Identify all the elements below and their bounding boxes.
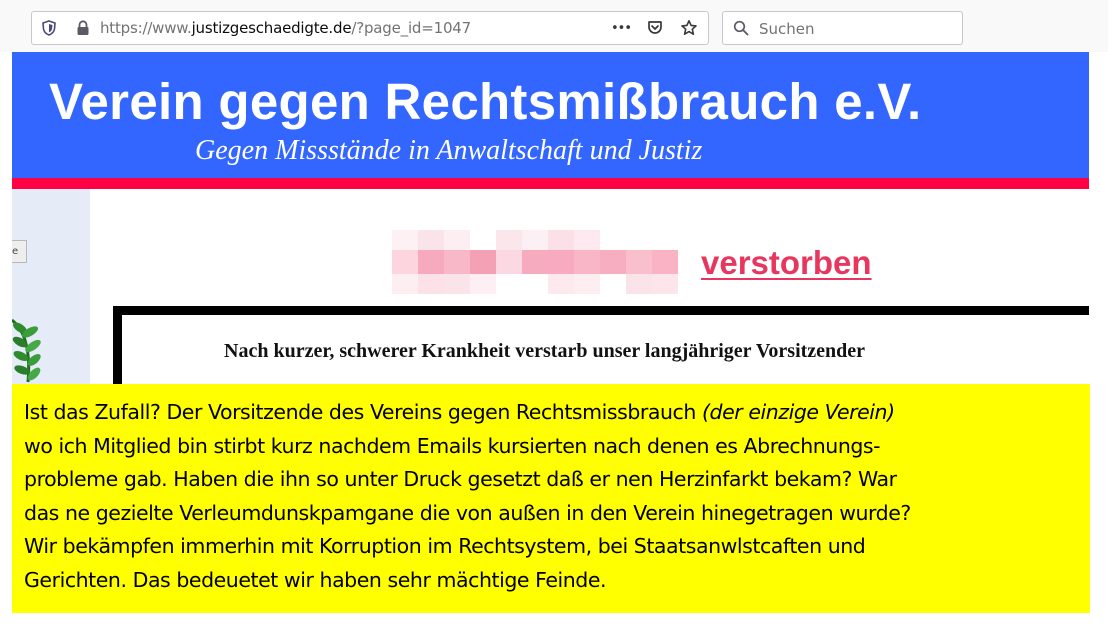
commentary-italic: (der einzige Verein) — [702, 400, 895, 424]
page-actions: ••• — [610, 18, 700, 38]
death-notice-text: Nach kurzer, schwerer Krankheit verstarb… — [224, 340, 866, 362]
search-placeholder: Suchen — [759, 20, 815, 38]
commentary-box: Ist das Zufall? Der Vorsitzende des Vere… — [12, 384, 1090, 613]
url-domain: justizgeschaedigte.de — [191, 19, 352, 37]
pocket-icon[interactable] — [644, 18, 666, 38]
header-divider — [12, 178, 1089, 189]
site-title[interactable]: Verein gegen Rechtsmißbrauch e.V. — [49, 72, 922, 131]
lock-icon[interactable] — [76, 20, 90, 36]
page-actions-menu-icon[interactable]: ••• — [610, 18, 632, 38]
tracking-protection-shield-icon[interactable] — [41, 20, 57, 36]
bookmark-star-icon[interactable] — [678, 18, 700, 38]
browser-toolbar: https://www.justizgeschaedigte.de/?page_… — [0, 0, 1108, 52]
notice-frame-top — [113, 306, 1089, 315]
article-headline[interactable]: verstorben — [701, 244, 872, 282]
commentary-text: Ist das Zufall? Der Vorsitzende des Vere… — [24, 400, 911, 592]
site-subtitle: Gegen Missstände in Anwaltschaft und Jus… — [195, 135, 703, 166]
url-text[interactable]: https://www.justizgeschaedigte.de/?page_… — [100, 19, 471, 37]
sidebar-button[interactable]: e — [12, 240, 27, 263]
search-bar[interactable]: Suchen — [722, 11, 963, 45]
laurel-wreath-icon — [12, 318, 41, 383]
pixelated-name — [392, 230, 692, 294]
notice-frame-left — [113, 306, 122, 396]
site-header: Verein gegen Rechtsmißbrauch e.V. Gegen … — [12, 52, 1089, 178]
search-icon — [733, 20, 749, 36]
url-bar[interactable]: https://www.justizgeschaedigte.de/?page_… — [31, 11, 709, 45]
